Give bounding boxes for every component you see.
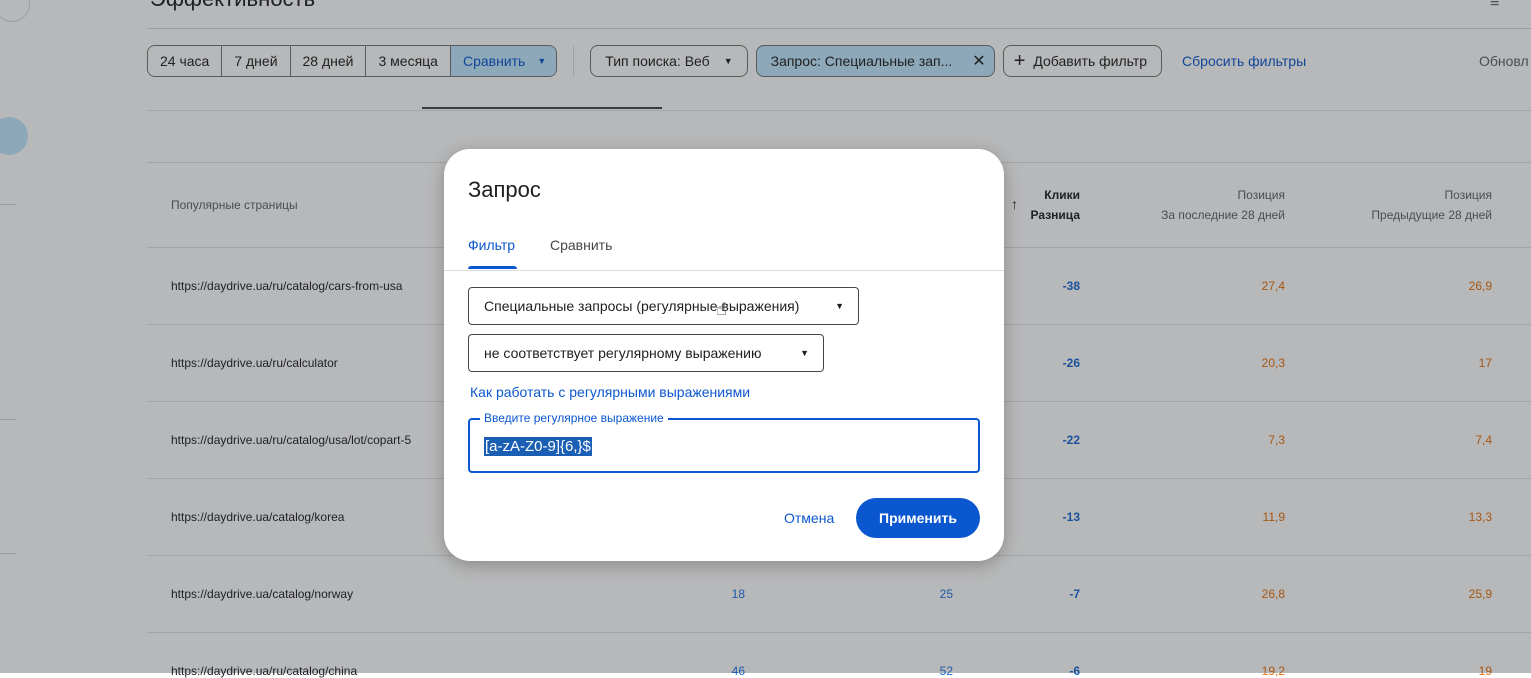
dialog-title: Запрос xyxy=(468,177,541,202)
caret-down-icon: ▼ xyxy=(835,301,844,311)
caret-down-icon: ▼ xyxy=(800,348,809,358)
regex-field[interactable]: Введите регулярное выражение [a-zA-Z0-9]… xyxy=(468,411,980,473)
tab-indicator xyxy=(468,266,517,269)
filter-type-value: Специальные запросы (регулярные выражени… xyxy=(484,298,800,314)
filter-type-select[interactable]: Специальные запросы (регулярные выражени… xyxy=(468,287,859,325)
dialog-tabs: Фильтр Сравнить xyxy=(444,237,1004,271)
hand-pointer-icon: ☝ xyxy=(716,299,727,319)
condition-select[interactable]: не соответствует регулярному выражению ▼ xyxy=(468,334,824,372)
apply-button[interactable]: Применить xyxy=(856,498,980,538)
regex-input[interactable]: [a-zA-Z0-9]{6,}$ xyxy=(484,437,592,456)
tab-filter[interactable]: Фильтр xyxy=(468,237,515,253)
condition-value: не соответствует регулярному выражению xyxy=(484,345,762,361)
tab-compare[interactable]: Сравнить xyxy=(550,237,612,253)
regex-field-label: Введите регулярное выражение xyxy=(480,411,668,425)
regex-help-link[interactable]: Как работать с регулярными выражениями xyxy=(470,384,750,400)
cancel-button[interactable]: Отмена xyxy=(772,498,846,538)
query-filter-dialog: Запрос Фильтр Сравнить Специальные запро… xyxy=(444,149,1004,561)
